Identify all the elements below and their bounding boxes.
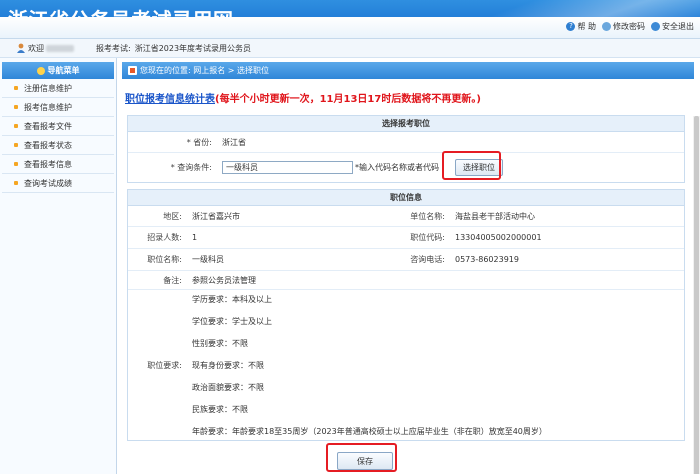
save-button-highlight	[326, 443, 397, 472]
recruit-label: 招录人数:	[147, 233, 182, 242]
sidebar-item-apply-info[interactable]: 报考信息维护	[2, 98, 114, 117]
position-info-title: 职位信息	[128, 190, 684, 206]
requirement-item: 民族要求：不限	[192, 404, 248, 414]
select-position-title: 选择报考职位	[128, 116, 684, 132]
query-input[interactable]: 一级科员	[222, 161, 353, 174]
logout-link[interactable]: 安全退出	[651, 21, 694, 32]
requirement-item: 现有身份要求：不限	[192, 360, 264, 370]
bullet-icon	[14, 105, 18, 109]
remark-label: 备注:	[163, 275, 182, 285]
query-hint: *输入代码名称或者代码	[355, 163, 439, 172]
region-row: 地区: 浙江省嘉兴市 单位名称: 海盐县老干部活动中心	[128, 206, 684, 227]
username-redacted	[46, 44, 74, 52]
name-value: 一级科员	[192, 255, 224, 264]
bullet-icon	[14, 86, 18, 90]
breadcrumb: 您现在的位置: 网上报名 > 选择职位	[122, 62, 694, 79]
province-value: 浙江省	[222, 137, 246, 147]
requirement-item: 学历要求：本科及以上	[192, 294, 272, 304]
phone-value: 0573-86023919	[455, 255, 519, 264]
update-notice: (每半个小时更新一次，11月13日17时后数据将不再更新。)	[215, 94, 481, 105]
notice-line: 职位报考信息统计表(每半个小时更新一次，11月13日17时后数据将不再更新。)	[125, 90, 481, 105]
sidebar-item-apply-status[interactable]: 查看报考状态	[2, 136, 114, 155]
key-icon	[602, 22, 611, 31]
help-label: 帮 助	[577, 22, 596, 31]
sidebar-item-view-apply-info[interactable]: 查看报考信息	[2, 155, 114, 174]
sidebar: 导航菜单 注册信息维护 报考信息维护 查看报考文件 查看报考状态 查看报考信息 …	[0, 58, 117, 474]
help-link[interactable]: ? 帮 助	[566, 21, 596, 32]
logout-label: 安全退出	[662, 22, 694, 31]
phone-label: 咨询电话:	[410, 255, 445, 264]
vertical-scrollbar[interactable]	[693, 116, 700, 474]
requirements-label: 职位要求:	[147, 361, 182, 370]
sidebar-item-exam-scores[interactable]: 查询考试成绩	[2, 174, 114, 193]
main-content: 您现在的位置: 网上报名 > 选择职位 职位报考信息统计表(每半个小时更新一次，…	[118, 58, 700, 474]
bullet-icon	[14, 181, 18, 185]
position-info-panel: 职位信息 地区: 浙江省嘉兴市 单位名称: 海盐县老干部活动中心 招录人数: 1…	[127, 189, 685, 441]
statistics-link[interactable]: 职位报考信息统计表	[125, 94, 215, 105]
select-button-highlight	[442, 151, 501, 180]
change-password-label: 修改密码	[613, 22, 645, 31]
exam-name: 浙江省2023年度考试录用公务员	[134, 43, 252, 53]
name-row: 职位名称: 一级科员 咨询电话: 0573-86023919	[128, 249, 684, 271]
name-label: 职位名称:	[147, 255, 182, 264]
requirement-item: 性别要求：不限	[192, 338, 248, 348]
requirements-list: 学历要求：本科及以上 学位要求：学士及以上 性别要求：不限 现有身份要求：不限 …	[188, 289, 547, 443]
logout-icon	[651, 22, 660, 31]
user-icon	[17, 43, 25, 53]
requirement-item: 年龄要求：年龄要求18至35周岁（2023年普通高校硕士以上应届毕业生（非在职）…	[192, 426, 547, 436]
bullet-icon	[14, 124, 18, 128]
welcome-text: 欢迎	[28, 43, 44, 53]
region-label: 地区:	[163, 211, 182, 221]
menu-icon	[36, 66, 45, 75]
exam-label: 报考考试:	[96, 43, 131, 53]
requirement-item: 政治面貌要求：不限	[192, 382, 264, 392]
sidebar-item-apply-files[interactable]: 查看报考文件	[2, 117, 114, 136]
remark-row: 备注: 参照公务员法管理	[128, 271, 684, 290]
sidebar-item-register-info[interactable]: 注册信息维护	[2, 79, 114, 98]
select-position-panel: 选择报考职位 * 省份: 浙江省 * 查询条件: 一级科员 *输入代码名称或者代…	[127, 115, 685, 183]
region-value: 浙江省嘉兴市	[192, 211, 240, 221]
home-icon	[128, 66, 137, 75]
scrollbar-thumb[interactable]	[694, 116, 699, 474]
province-row: * 省份: 浙江省	[128, 132, 684, 153]
requirement-item: 学位要求：学士及以上	[192, 316, 272, 326]
welcome-bar: 欢迎 报考考试: 浙江省2023年度考试录用公务员	[0, 39, 700, 58]
change-password-link[interactable]: 修改密码	[602, 21, 645, 32]
top-toolbar: ? 帮 助 修改密码 安全退出	[0, 17, 700, 39]
help-icon: ?	[566, 22, 576, 31]
code-label: 职位代码:	[410, 233, 445, 242]
recruit-row: 招录人数: 1 职位代码: 13304005002000001	[128, 227, 684, 249]
query-row: * 查询条件: 一级科员 *输入代码名称或者代码 选择职位	[128, 153, 684, 182]
query-label: * 查询条件:	[170, 163, 212, 172]
province-label: * 省份:	[186, 137, 212, 147]
unit-label: 单位名称:	[410, 211, 445, 221]
bullet-icon	[14, 143, 18, 147]
unit-value: 海盐县老干部活动中心	[455, 211, 535, 221]
code-value: 13304005002000001	[455, 233, 542, 242]
bullet-icon	[14, 162, 18, 166]
recruit-value: 1	[192, 233, 198, 242]
remark-value: 参照公务员法管理	[192, 275, 256, 285]
nav-menu-title: 导航菜单	[2, 62, 114, 79]
requirements-row: 职位要求: 学历要求：本科及以上 学位要求：学士及以上 性别要求：不限 现有身份…	[128, 290, 684, 441]
